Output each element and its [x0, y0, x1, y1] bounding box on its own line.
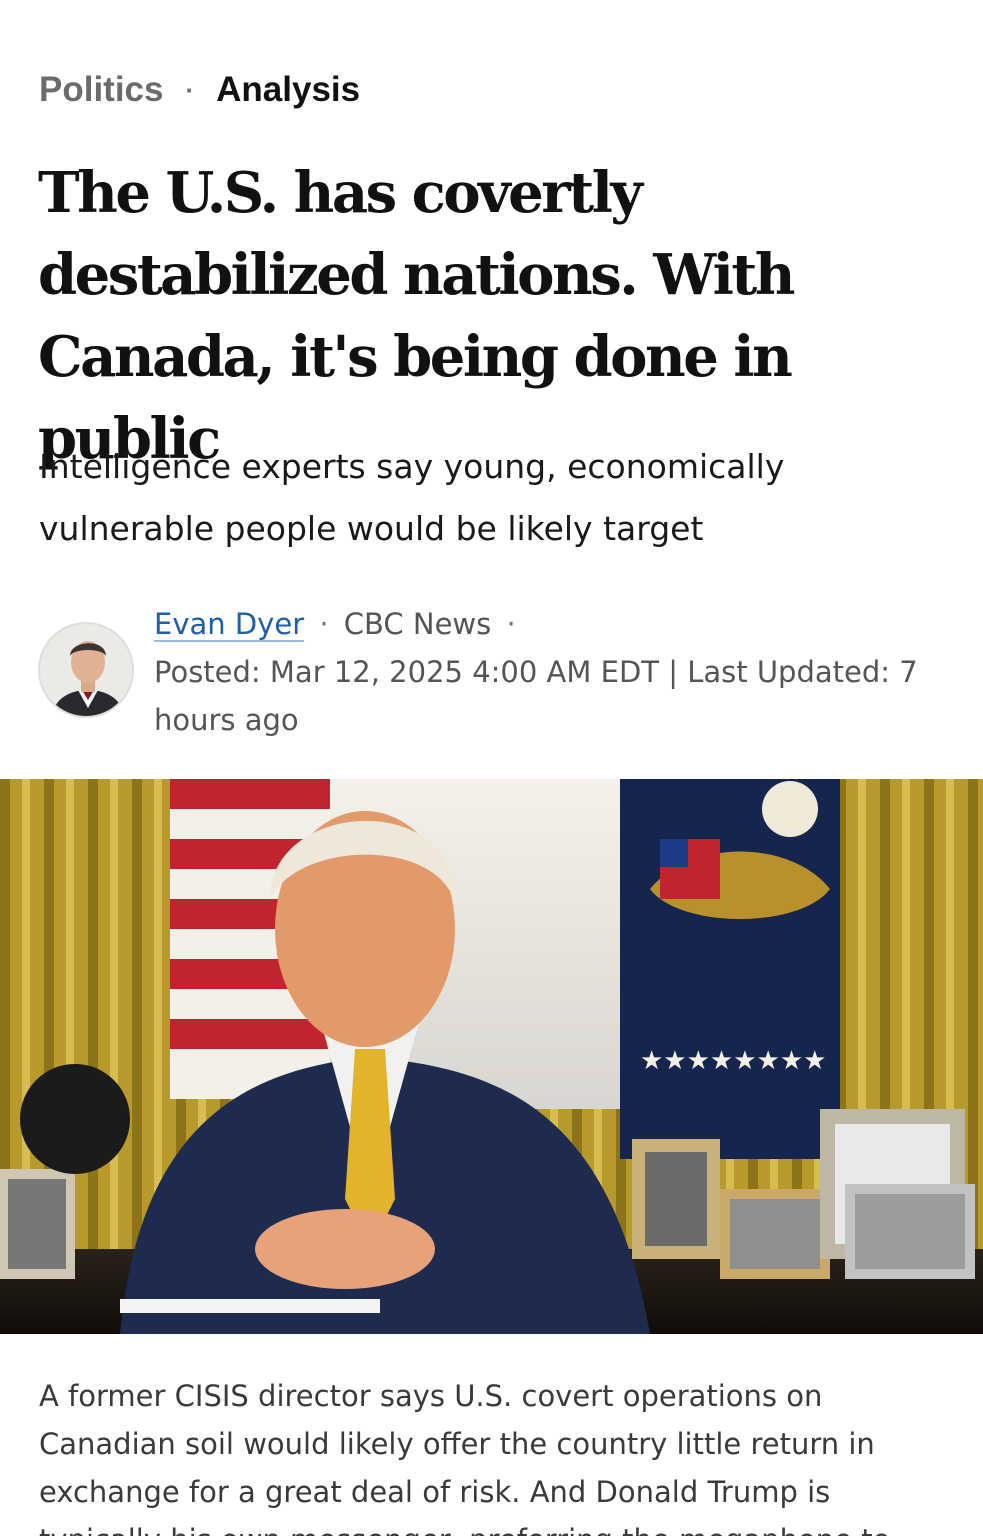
byline-text: Evan Dyer · CBC News · Posted: Mar 12, 2…: [154, 600, 964, 744]
posted-timestamp: Posted: Mar 12, 2025 4:00 AM EDT | Last …: [154, 655, 918, 737]
outlet-name: CBC News: [343, 607, 492, 641]
breadcrumb: Politics · Analysis: [39, 70, 360, 110]
byline-separator: ·: [506, 607, 516, 641]
svg-text:★★★★★★★★: ★★★★★★★★: [640, 1046, 826, 1076]
author-link[interactable]: Evan Dyer: [154, 607, 304, 641]
article-headline: The U.S. has covertly destabilized natio…: [38, 160, 796, 472]
author-avatar[interactable]: [38, 622, 134, 718]
breadcrumb-politics-link[interactable]: Politics: [39, 70, 163, 110]
article-dek: Intelligence experts say young, economic…: [39, 447, 785, 548]
byline-separator: ·: [319, 607, 329, 641]
breadcrumb-analysis-label: Analysis: [216, 70, 361, 109]
hero-image[interactable]: ★★★★★★★★: [0, 779, 983, 1334]
author-photo: [40, 624, 132, 716]
breadcrumb-separator: ·: [185, 74, 195, 105]
article-paragraph: A former CISIS director says U.S. covert…: [39, 1379, 890, 1536]
hero-photo: ★★★★★★★★: [0, 779, 983, 1334]
